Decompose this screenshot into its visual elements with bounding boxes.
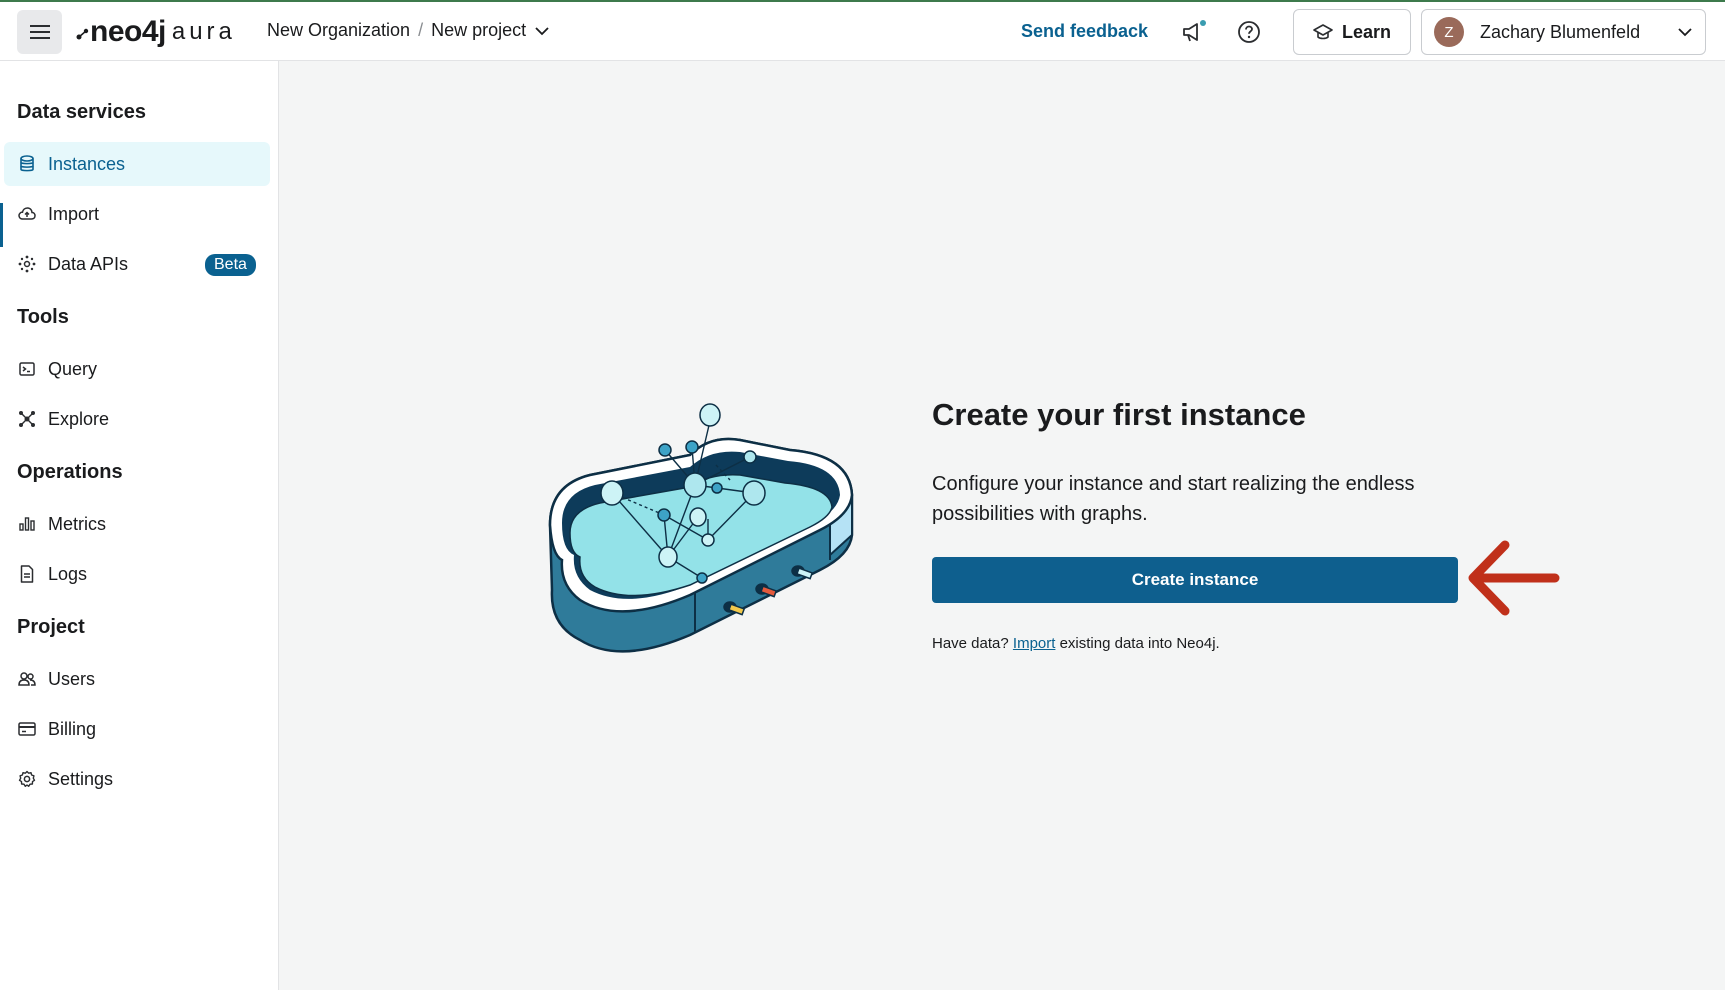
- bar-chart-icon: [18, 515, 36, 533]
- send-feedback-link[interactable]: Send feedback: [1021, 21, 1148, 42]
- cloud-pool-illustration: [548, 403, 854, 653]
- logo-sub-text: aura: [171, 18, 236, 45]
- user-name: Zachary Blumenfeld: [1480, 21, 1641, 42]
- neo4j-aura-logo[interactable]: neo4j aura: [76, 14, 236, 50]
- breadcrumb: New Organization / New project: [267, 20, 550, 41]
- create-instance-button[interactable]: Create instance: [932, 557, 1458, 603]
- section-title-data-services: Data services: [17, 101, 146, 123]
- sidebar-item-label: Logs: [48, 563, 88, 584]
- help-question-icon: [1238, 21, 1260, 43]
- hamburger-icon: [29, 25, 50, 39]
- chevron-down-icon: [1678, 28, 1692, 37]
- learn-label: Learn: [1341, 21, 1392, 42]
- learn-button[interactable]: Learn: [1293, 9, 1411, 55]
- sidebar-item-metrics[interactable]: Metrics: [4, 502, 270, 546]
- database-icon: [18, 155, 36, 173]
- sidebar-item-label: Query: [48, 358, 98, 379]
- sidebar-item-billing[interactable]: Billing: [4, 707, 270, 751]
- sidebar-item-logs[interactable]: Logs: [4, 552, 270, 596]
- sidebar-item-label: Settings: [48, 768, 114, 789]
- hamburger-menu-button[interactable]: [17, 10, 62, 54]
- credit-card-icon: [18, 720, 36, 738]
- data-api-icon: [18, 255, 36, 273]
- document-icon: [18, 565, 36, 583]
- avatar: Z: [1434, 17, 1464, 47]
- cloud-upload-icon: [18, 205, 36, 223]
- sidebar-item-label: Explore: [48, 408, 110, 429]
- logo-main-text: neo4j: [90, 15, 166, 48]
- sidebar-item-users[interactable]: Users: [4, 657, 270, 701]
- graph-explore-icon: [18, 410, 36, 428]
- sidebar-item-explore[interactable]: Explore: [4, 397, 270, 441]
- have-data-suffix: existing data into Neo4j.: [1059, 635, 1220, 652]
- sidebar-item-label: Import: [48, 203, 100, 224]
- chevron-down-icon[interactable]: [534, 26, 550, 36]
- section-title-operations: Operations: [17, 461, 123, 483]
- arrow-left-icon: [1468, 540, 1560, 616]
- gear-icon: [18, 770, 36, 788]
- logo-dots-icon: [76, 28, 89, 40]
- have-data-text: Have data? Import existing data into Neo…: [932, 635, 1220, 652]
- breadcrumb-separator: /: [418, 20, 424, 40]
- announcements-button[interactable]: [1180, 18, 1208, 46]
- sidebar-item-label: Metrics: [48, 513, 106, 534]
- page-description: Configure your instance and start realiz…: [932, 473, 1415, 525]
- terminal-icon: [18, 360, 36, 378]
- top-header: neo4j aura New Organization / New projec…: [0, 2, 1725, 61]
- sidebar-item-label: Users: [48, 668, 96, 689]
- section-title-project: Project: [17, 616, 85, 638]
- sidebar-item-label: Billing: [48, 718, 97, 739]
- sidebar-item-query[interactable]: Query: [4, 347, 270, 391]
- sidebar-item-instances[interactable]: Instances: [4, 142, 270, 186]
- page-title: Create your first instance: [932, 397, 1306, 432]
- sidebar-item-label: Instances: [48, 153, 126, 174]
- user-menu-button[interactable]: Z Zachary Blumenfeld: [1421, 9, 1706, 55]
- active-indicator: [0, 203, 3, 247]
- breadcrumb-project[interactable]: New project: [431, 20, 526, 41]
- beta-badge: Beta: [205, 254, 256, 276]
- sidebar-item-settings[interactable]: Settings: [4, 757, 270, 801]
- graduation-cap-icon: [1313, 24, 1333, 40]
- sidebar: Data services Instances Import Data APIs…: [0, 61, 279, 990]
- section-title-tools: Tools: [17, 306, 69, 328]
- sidebar-item-import[interactable]: Import: [4, 192, 270, 236]
- users-icon: [18, 670, 36, 688]
- have-data-prefix: Have data?: [932, 635, 1009, 652]
- megaphone-icon: [1183, 20, 1206, 42]
- sidebar-item-label: Data APIs: [48, 253, 129, 274]
- help-button[interactable]: [1235, 18, 1263, 46]
- breadcrumb-organization[interactable]: New Organization: [267, 20, 410, 41]
- import-link[interactable]: Import: [1013, 635, 1056, 652]
